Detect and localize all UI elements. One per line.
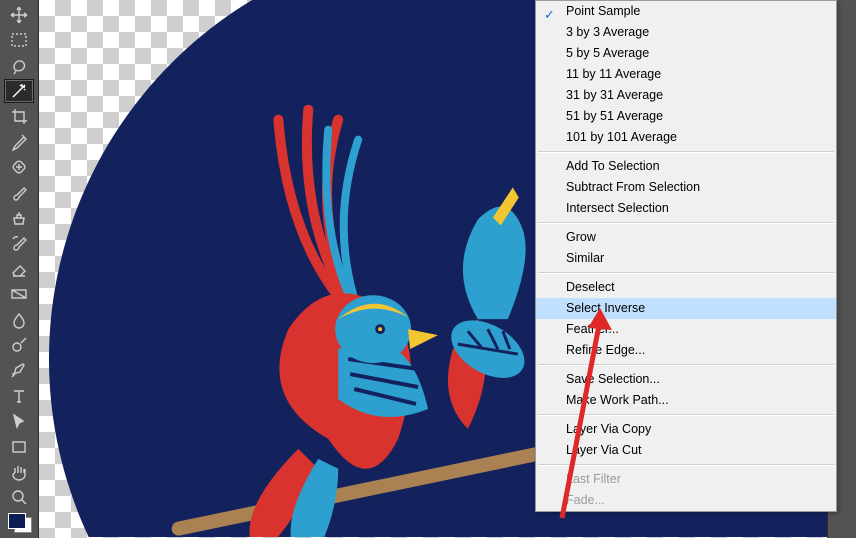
menu-item-51-by-51-average[interactable]: 51 by 51 Average bbox=[536, 106, 836, 127]
tool-rect-marquee[interactable] bbox=[4, 28, 34, 51]
menu-item-label: 11 by 11 Average bbox=[566, 67, 661, 81]
menu-item-intersect-selection[interactable]: Intersect Selection bbox=[536, 198, 836, 219]
menu-item-fade: Fade... bbox=[536, 490, 836, 511]
menu-item-grow[interactable]: Grow bbox=[536, 227, 836, 248]
tool-eyedropper[interactable] bbox=[4, 130, 34, 153]
menu-item-label: Add To Selection bbox=[566, 159, 660, 173]
tool-crop[interactable] bbox=[4, 105, 34, 128]
menu-item-label: Similar bbox=[566, 251, 604, 265]
color-swatches[interactable] bbox=[4, 510, 34, 534]
menu-item-label: Layer Via Copy bbox=[566, 422, 651, 436]
menu-item-make-work-path[interactable]: Make Work Path... bbox=[536, 390, 836, 411]
menu-item-label: Intersect Selection bbox=[566, 201, 669, 215]
tool-brush[interactable] bbox=[4, 181, 34, 204]
menu-item-11-by-11-average[interactable]: 11 by 11 Average bbox=[536, 64, 836, 85]
menu-item-label: Last Filter bbox=[566, 472, 621, 486]
tool-history-brush[interactable] bbox=[4, 232, 34, 255]
tool-eraser[interactable] bbox=[4, 257, 34, 280]
tool-healing[interactable] bbox=[4, 155, 34, 178]
tool-magic-wand[interactable] bbox=[4, 79, 34, 102]
context-menu: ✓Point Sample 3 by 3 Average 5 by 5 Averag… bbox=[535, 0, 837, 512]
tool-clone[interactable] bbox=[4, 206, 34, 229]
tool-type[interactable] bbox=[4, 384, 34, 407]
menu-item-label: Refine Edge... bbox=[566, 343, 645, 357]
menu-item-similar[interactable]: Similar bbox=[536, 248, 836, 269]
menu-item-add-to-selection[interactable]: Add To Selection bbox=[536, 156, 836, 177]
menu-item-label: Grow bbox=[566, 230, 596, 244]
menu-separator bbox=[538, 464, 834, 466]
app-root: ✓Point Sample 3 by 3 Average 5 by 5 Averag… bbox=[0, 0, 856, 538]
tool-gradient[interactable] bbox=[4, 282, 34, 305]
menu-separator bbox=[538, 222, 834, 224]
tool-pen[interactable] bbox=[4, 359, 34, 382]
menu-item-last-filter: Last Filter bbox=[536, 469, 836, 490]
menu-item-label: Select Inverse bbox=[566, 301, 645, 315]
menu-item-label: 31 by 31 Average bbox=[566, 88, 663, 102]
menu-separator bbox=[538, 414, 834, 416]
menu-item-feather[interactable]: Feather... bbox=[536, 319, 836, 340]
menu-item-save-selection[interactable]: Save Selection... bbox=[536, 369, 836, 390]
tool-lasso[interactable] bbox=[4, 54, 34, 77]
menu-item-refine-edge[interactable]: Refine Edge... bbox=[536, 340, 836, 361]
menu-item-label: Make Work Path... bbox=[566, 393, 669, 407]
menu-separator bbox=[538, 151, 834, 153]
canvas-area[interactable]: ✓Point Sample3 by 3 Average5 by 5 Averag… bbox=[38, 0, 828, 538]
menu-item-3-by-3-average[interactable]: 3 by 3 Average bbox=[536, 22, 836, 43]
menu-item-5-by-5-average[interactable]: 5 by 5 Average bbox=[536, 43, 836, 64]
menu-item-label: Subtract From Selection bbox=[566, 180, 700, 194]
menu-item-label: 3 by 3 Average bbox=[566, 25, 649, 39]
tool-hand[interactable] bbox=[4, 460, 34, 483]
menu-item-point-sample[interactable]: ✓Point Sample bbox=[536, 1, 836, 22]
menu-item-label: 51 by 51 Average bbox=[566, 109, 663, 123]
menu-item-select-inverse[interactable]: Select Inverse bbox=[536, 298, 836, 319]
tool-rectangle[interactable] bbox=[4, 435, 34, 458]
menu-item-deselect[interactable]: Deselect bbox=[536, 277, 836, 298]
menu-item-101-by-101-average[interactable]: 101 by 101 Average bbox=[536, 127, 836, 148]
menu-item-label: Deselect bbox=[566, 280, 615, 294]
menu-item-label: Layer Via Cut bbox=[566, 443, 642, 457]
menu-item-layer-via-copy[interactable]: Layer Via Copy bbox=[536, 419, 836, 440]
tool-path-select[interactable] bbox=[4, 410, 34, 433]
menu-item-label: Point Sample bbox=[566, 4, 640, 18]
menu-item-label: 5 by 5 Average bbox=[566, 46, 649, 60]
menu-separator bbox=[538, 272, 834, 274]
menu-item-31-by-31-average[interactable]: 31 by 31 Average bbox=[536, 85, 836, 106]
menu-item-label: Fade... bbox=[566, 493, 605, 507]
tool-zoom[interactable] bbox=[4, 486, 34, 509]
menu-item-label: Save Selection... bbox=[566, 372, 660, 386]
menu-item-label: 101 by 101 Average bbox=[566, 130, 677, 144]
menu-separator bbox=[538, 364, 834, 366]
tool-dodge[interactable] bbox=[4, 333, 34, 356]
menu-item-subtract-from-selection[interactable]: Subtract From Selection bbox=[536, 177, 836, 198]
tool-move[interactable] bbox=[4, 3, 34, 26]
menu-item-layer-via-cut[interactable]: Layer Via Cut bbox=[536, 440, 836, 461]
tools-panel bbox=[0, 0, 38, 538]
menu-item-label: Feather... bbox=[566, 322, 619, 336]
tool-blur[interactable] bbox=[4, 308, 34, 331]
